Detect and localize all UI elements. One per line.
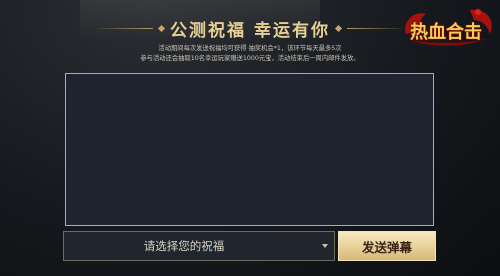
page-title: 公测祝福 幸运有你 (170, 20, 330, 41)
title-divider-right (346, 27, 407, 29)
send-barrage-label: 发送弹幕 (361, 239, 412, 255)
title-diamond-right (334, 24, 342, 32)
event-description-line-1: 活动期间每次发送祝福均可获得 抽奖机会*1，该环节每天最多5次 (158, 45, 342, 52)
barrage-display-area (65, 73, 434, 226)
send-barrage-button[interactable]: 发送弹幕 (338, 231, 436, 261)
blessing-select-value: 请选择您的祝福 (143, 239, 225, 253)
title-divider-left (93, 27, 154, 29)
blessing-select[interactable]: 请选择您的祝福 (63, 231, 335, 261)
logo-text: 热血合击 (410, 22, 482, 43)
game-logo: 热血合击 (400, 4, 496, 50)
event-description-line-2: 参与活动还会抽取10名幸运玩家赠送1000元宝，活动结束后一周内邮件发放。 (140, 55, 360, 62)
title-diamond-left (157, 24, 166, 32)
chevron-down-icon (322, 244, 328, 248)
